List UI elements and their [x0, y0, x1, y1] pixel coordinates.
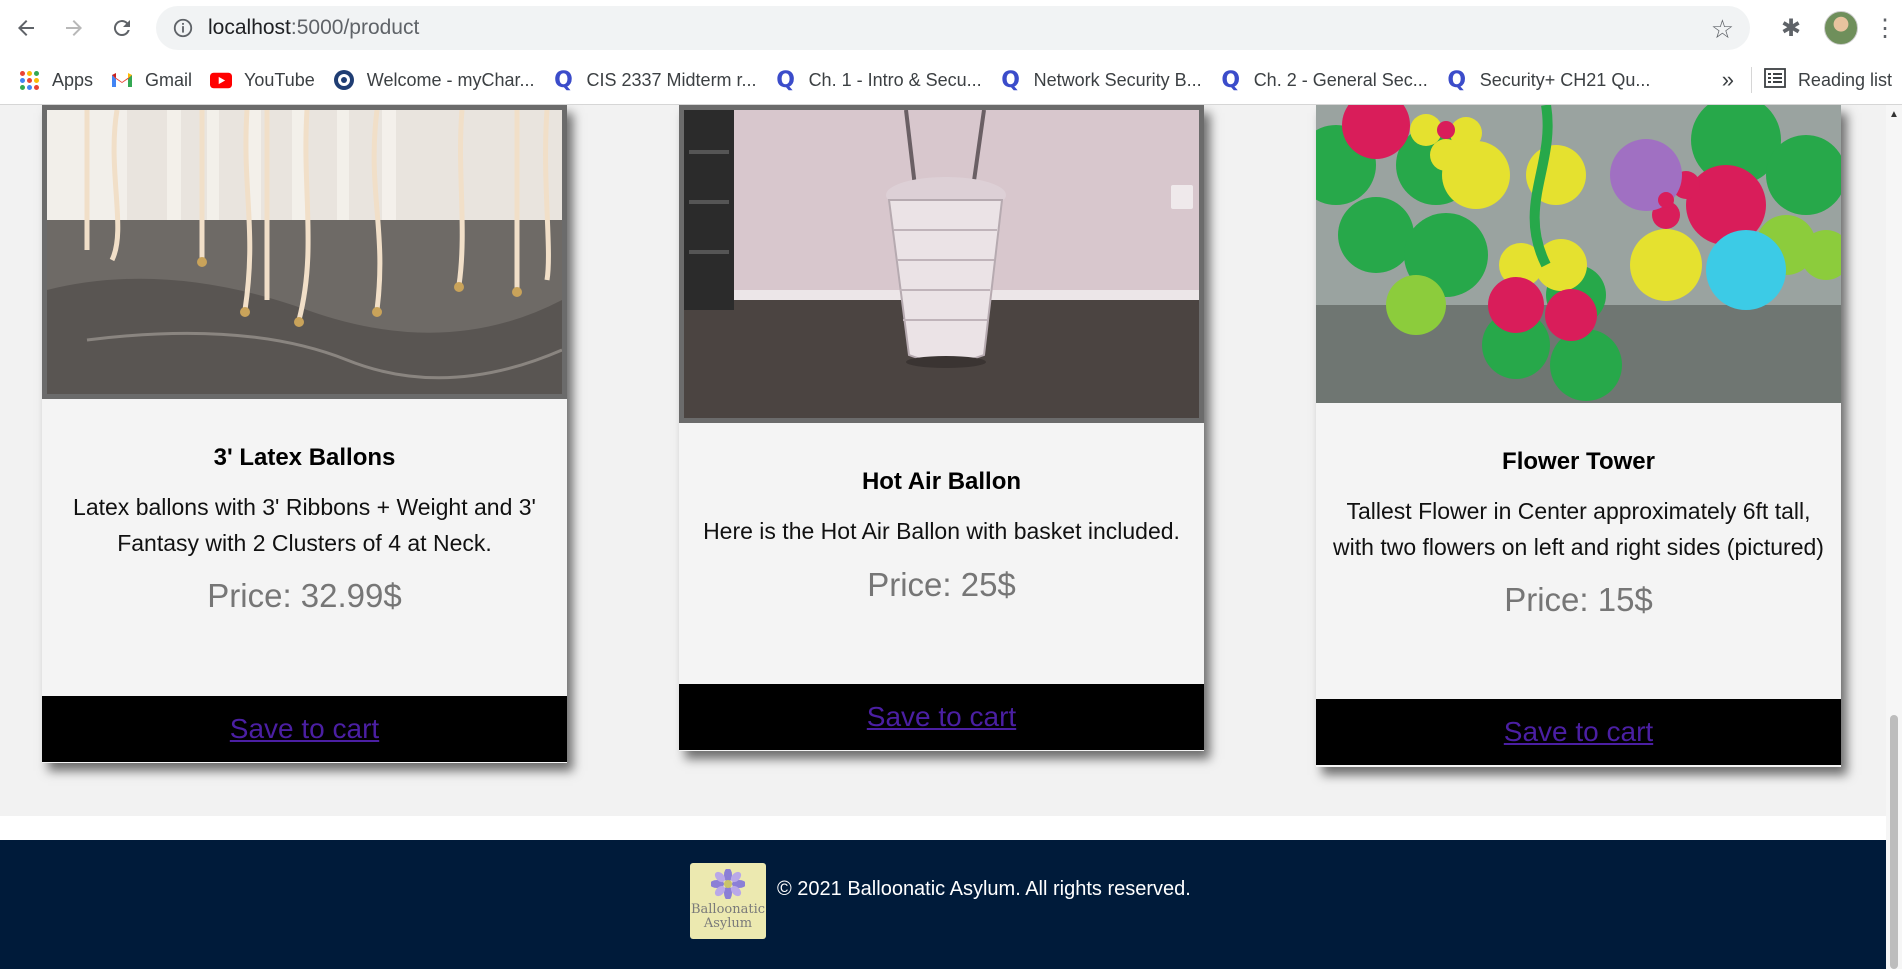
section-divider	[0, 816, 1886, 840]
product-card: 3' Latex Ballons Latex ballons with 3' R…	[42, 105, 567, 763]
product-title: Flower Tower	[1502, 448, 1655, 475]
bookmark-label: YouTube	[244, 69, 315, 90]
logo-text-line1: Balloonatic	[690, 902, 766, 917]
flower-logo-icon	[710, 868, 746, 900]
product-title: Hot Air Ballon	[861, 468, 1022, 495]
product-price: Price: 15$	[1504, 581, 1653, 618]
logo-text-line2: Asylum	[703, 916, 753, 931]
product-price: Price: 25$	[867, 566, 1016, 603]
bookmark-label: Ch. 2 - General Sec...	[1253, 69, 1428, 90]
cart-bar: Save to cart	[42, 696, 567, 762]
bookmark-label: CIS 2337 Midterm r...	[586, 69, 757, 90]
hot-air-balloon-photo	[684, 110, 1199, 418]
reading-list-label: Reading list	[1797, 69, 1892, 90]
footer-logo: Balloonatic Asylum	[690, 863, 766, 939]
bookmark-label: Welcome - myChar...	[366, 69, 535, 90]
bookmark-label: Security+ CH21 Qu...	[1479, 69, 1651, 90]
bookmark-quizlet-1[interactable]: Q CIS 2337 Midterm r...	[553, 67, 757, 93]
apps-icon	[18, 69, 40, 91]
gmail-icon	[111, 69, 133, 91]
product-photo	[1316, 105, 1841, 403]
bookmark-quizlet-4[interactable]: Q Ch. 2 - General Sec...	[1220, 67, 1428, 93]
flower-tower-photo	[1316, 105, 1841, 403]
bookmark-label: Gmail	[145, 69, 193, 90]
scroll-up-arrow-icon[interactable]: ▲	[1889, 109, 1899, 120]
bookmark-quizlet-2[interactable]: Q Ch. 1 - Intro & Secu...	[775, 67, 982, 93]
bookmarks-bar: Apps Gmail YouTube Welcome - myChar... Q…	[0, 56, 1902, 105]
copyright-text: © 2021 Balloonatic Asylum. All rights re…	[777, 878, 1191, 900]
bookmark-quizlet-5[interactable]: Q Security+ CH21 Qu...	[1446, 67, 1651, 93]
product-price: Price: 32.99$	[207, 577, 402, 614]
product-photo	[42, 105, 567, 399]
site-footer: Balloonatic Asylum © 2021 Balloonatic As…	[0, 840, 1886, 969]
address-bar[interactable]: localhost:5000/product ☆	[156, 6, 1750, 50]
quizlet-icon: Q	[1001, 67, 1020, 93]
arrow-right-icon	[66, 20, 82, 36]
bookmarks-divider	[1751, 67, 1752, 93]
youtube-icon	[210, 69, 233, 91]
bookmark-star-icon[interactable]: ☆	[1711, 14, 1734, 45]
forward-button[interactable]	[52, 6, 96, 50]
arrow-left-icon	[18, 20, 34, 36]
bookmark-label: Ch. 1 - Intro & Secu...	[808, 69, 982, 90]
url-text: localhost:5000/product	[208, 16, 420, 39]
browser-toolbar: localhost:5000/product ☆ ✱ ⋮	[0, 0, 1902, 56]
bookmark-gmail[interactable]: Gmail	[111, 69, 192, 91]
bookmark-label: Network Security B...	[1033, 69, 1202, 90]
latex-balloons-photo	[47, 110, 562, 394]
product-description: Tallest Flower in Center approximately 6…	[1333, 498, 1824, 560]
profile-avatar[interactable]	[1824, 11, 1858, 45]
scrollbar-thumb[interactable]	[1890, 715, 1898, 969]
bookmark-apps[interactable]: Apps	[18, 69, 93, 91]
extensions-icon[interactable]: ✱	[1768, 14, 1814, 43]
reading-list-button[interactable]: Reading list	[1764, 67, 1892, 93]
more-bookmarks-chevron-icon[interactable]: »	[1722, 67, 1734, 93]
quizlet-icon: Q	[554, 67, 573, 93]
cart-bar: Save to cart	[1316, 699, 1841, 765]
save-to-cart-link[interactable]: Save to cart	[230, 713, 379, 745]
save-to-cart-link[interactable]: Save to cart	[1504, 716, 1653, 748]
save-to-cart-link[interactable]: Save to cart	[867, 701, 1016, 733]
bookmark-label: Apps	[52, 69, 94, 90]
product-title: 3' Latex Ballons	[213, 444, 396, 471]
product-photo	[679, 105, 1204, 423]
info-icon	[173, 18, 193, 38]
reading-list-icon	[1764, 67, 1786, 93]
reload-icon	[113, 20, 130, 37]
cart-bar: Save to cart	[679, 684, 1204, 750]
charter-icon	[333, 69, 355, 91]
bookmark-quizlet-3[interactable]: Q Network Security B...	[1000, 67, 1202, 93]
page-content: 3' Latex Ballons Latex ballons with 3' R…	[0, 105, 1886, 969]
bookmark-youtube[interactable]: YouTube	[210, 69, 315, 91]
reload-button[interactable]	[100, 6, 144, 50]
back-button[interactable]	[4, 6, 48, 50]
menu-kebab-icon[interactable]: ⋮	[1868, 14, 1902, 43]
product-card: Flower Tower Tallest Flower in Center ap…	[1316, 105, 1841, 767]
bookmark-charter[interactable]: Welcome - myChar...	[333, 69, 535, 91]
product-card: Hot Air Ballon Here is the Hot Air Ballo…	[679, 105, 1204, 751]
product-description: Here is the Hot Air Ballon with basket i…	[703, 518, 1180, 544]
quizlet-icon: Q	[776, 67, 795, 93]
page-scrollbar[interactable]: ▲	[1886, 105, 1902, 969]
quizlet-icon: Q	[1447, 67, 1467, 93]
quizlet-icon: Q	[1221, 67, 1241, 93]
product-description: Latex ballons with 3' Ribbons + Weight a…	[73, 494, 536, 556]
